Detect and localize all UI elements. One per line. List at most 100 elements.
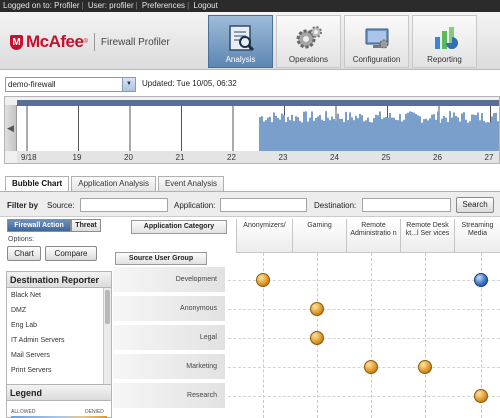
timeline-activity-bar: [265, 120, 267, 151]
timeline-activity-bar: [405, 113, 407, 151]
list-item[interactable]: Mail Servers: [7, 348, 111, 363]
compare-button[interactable]: Compare: [45, 246, 97, 261]
source-user-group-button[interactable]: Source User Group: [115, 252, 207, 265]
timeline-activity-bar: [367, 117, 369, 151]
bubble[interactable]: [418, 360, 432, 374]
timeline-activity-bar: [363, 121, 365, 151]
list-item[interactable]: DMZ: [7, 303, 111, 318]
timeline-activity-bar: [423, 119, 425, 151]
timeline-activity-bar: [317, 116, 319, 151]
nav-tab-reporting[interactable]: Reporting: [412, 15, 477, 68]
grid-column-guide: [425, 253, 426, 418]
nav-tab-configuration[interactable]: Configuration: [344, 15, 409, 68]
timeline-activity-bar: [481, 113, 483, 151]
timeline-activity-bars: [26, 106, 499, 151]
timeline-activity-bar: [377, 115, 379, 151]
row-label[interactable]: Marketing: [113, 354, 225, 380]
timeline-activity-bar: [449, 111, 451, 151]
timeline-activity-bar: [491, 116, 493, 151]
column-header[interactable]: Streaming Media: [454, 219, 500, 253]
grid-row-guide: [228, 396, 500, 397]
timeline-activity-bar: [425, 118, 427, 151]
bubble[interactable]: [310, 331, 324, 345]
timeline-activity-bar: [389, 112, 391, 151]
main-nav: Analysis Operations Configuration Report…: [208, 15, 480, 68]
timeline-activity-bar: [289, 120, 291, 151]
timeline-activity-bar: [283, 115, 285, 151]
list-item[interactable]: IT Admin Servers: [7, 333, 111, 348]
timeline-tick-label: 21: [175, 153, 185, 162]
timeline-activity-bar: [393, 117, 395, 151]
chevron-down-icon[interactable]: ▼: [122, 78, 135, 91]
timeline-activity-bar: [431, 114, 433, 151]
column-header[interactable]: Remote Administratio n: [346, 219, 400, 253]
timeline-activity-bar: [445, 117, 447, 151]
bubble[interactable]: [256, 273, 270, 287]
timeline-activity-bar: [415, 114, 417, 151]
timeline-activity-bar: [301, 122, 303, 151]
timeline-activity-bar: [307, 121, 309, 151]
column-header[interactable]: Remote Desk kt...l Ser vices: [400, 219, 454, 253]
tab-bubble-chart[interactable]: Bubble Chart: [5, 176, 70, 191]
timeline-activity-bar: [399, 114, 401, 151]
firewall-action-toggle[interactable]: Firewall Action: [7, 219, 71, 232]
firewall-select[interactable]: demo-firewall ▼: [5, 77, 136, 92]
bubble[interactable]: [474, 389, 488, 403]
timeline-activity-bar: [357, 118, 359, 151]
destination-input[interactable]: [362, 198, 451, 212]
nav-tab-operations[interactable]: Operations: [276, 15, 341, 68]
row-label[interactable]: Research: [113, 383, 225, 409]
row-label[interactable]: Anonymous: [113, 296, 225, 322]
tab-event-analysis[interactable]: Event Analysis: [157, 176, 224, 191]
timeline-scroll-left-icon[interactable]: ◀: [5, 105, 17, 151]
timeline-activity-bar: [411, 111, 413, 151]
nav-tab-analysis[interactable]: Analysis: [208, 15, 273, 68]
logout-link[interactable]: Logout: [193, 1, 217, 10]
list-item[interactable]: Black Net: [7, 288, 111, 303]
list-item[interactable]: Eng Lab: [7, 318, 111, 333]
timeline-activity-bar: [323, 120, 325, 151]
tab-application-analysis[interactable]: Application Analysis: [71, 176, 156, 191]
timeline-activity-bar: [461, 113, 463, 151]
timeline-activity-bar: [473, 114, 475, 151]
timeline-panel: ◀ 9/18 19 20 21 22 23 24 25 26 27: [4, 96, 500, 164]
timeline-activity-bar: [497, 121, 499, 151]
grid-row-guide: [228, 309, 500, 310]
timeline-activity-bar: [321, 119, 323, 151]
column-header[interactable]: Anonymizers/: [236, 219, 292, 253]
firewall-row: demo-firewall ▼ Updated: Tue 10/05, 06:3…: [0, 70, 500, 96]
destination-label: Destination:: [314, 201, 357, 210]
row-label[interactable]: Legal: [113, 325, 225, 351]
application-category-button[interactable]: Application Category: [131, 220, 227, 234]
timeline-activity-bar: [341, 118, 343, 151]
list-item[interactable]: Print Servers: [7, 363, 111, 378]
destination-scrollbar[interactable]: [103, 288, 111, 385]
threat-toggle[interactable]: Threat: [71, 219, 101, 232]
row-label[interactable]: Development: [113, 267, 225, 293]
app-header: M McAfee ® Firewall Profiler Analysis Ope…: [0, 12, 500, 70]
source-input[interactable]: [80, 198, 168, 212]
reporting-chart-icon: [434, 27, 458, 49]
timeline-activity-bar: [267, 117, 269, 151]
chart-button[interactable]: Chart: [7, 246, 41, 261]
application-input[interactable]: [220, 198, 307, 212]
timeline-activity-bar: [413, 112, 415, 151]
analysis-tabs: Bubble Chart Application Analysis Event …: [5, 176, 226, 191]
timeline-activity-bar: [299, 120, 301, 151]
search-button[interactable]: Search: [456, 197, 494, 213]
bubble[interactable]: [310, 302, 324, 316]
column-header[interactable]: Gaming: [292, 219, 346, 253]
product-name: Firewall Profiler: [100, 36, 170, 48]
preferences-link[interactable]: Preferences: [142, 1, 185, 10]
timeline-activity-bar: [441, 118, 443, 151]
application-label: Application:: [174, 201, 216, 210]
timeline-activity-bar: [387, 117, 389, 151]
timeline-activity-bar: [439, 122, 441, 151]
timeline-chart[interactable]: [17, 106, 499, 151]
bubble[interactable]: [364, 360, 378, 374]
timeline-activity-bar: [303, 111, 305, 151]
timeline-activity-bar: [463, 112, 465, 151]
timeline-activity-bar: [351, 117, 353, 151]
timeline-activity-bar: [483, 120, 485, 151]
bubble[interactable]: [474, 273, 488, 287]
